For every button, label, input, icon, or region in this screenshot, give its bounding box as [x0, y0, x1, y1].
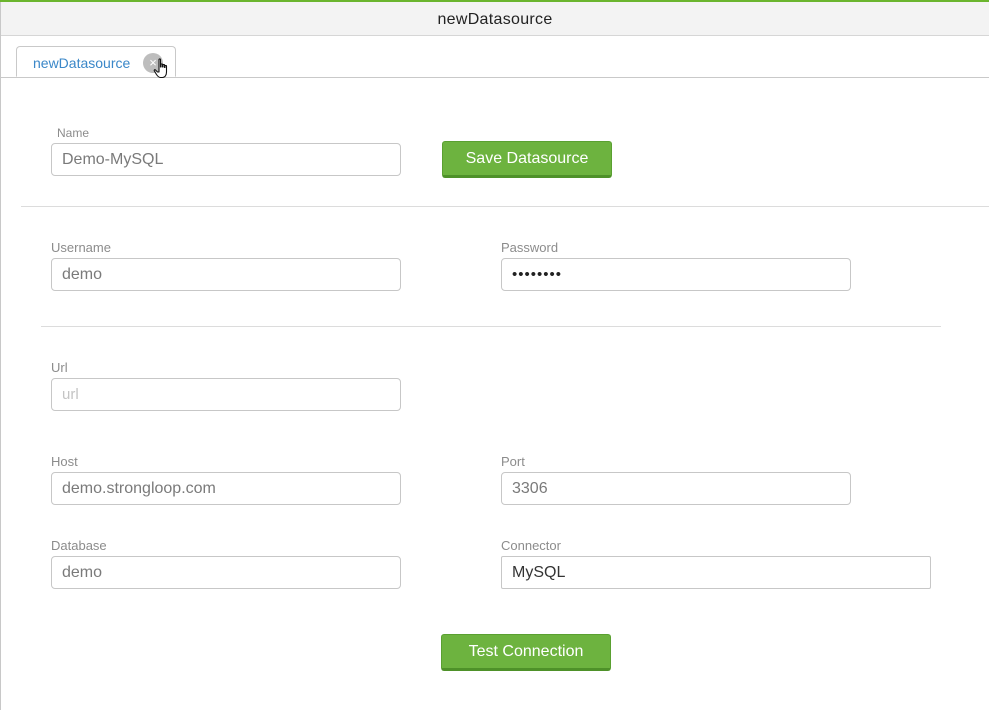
port-label: Port [501, 454, 525, 469]
host-label: Host [51, 454, 78, 469]
name-input[interactable]: Demo-MySQL [51, 143, 401, 176]
name-label: Name [57, 126, 90, 140]
tab-newdatasource[interactable]: newDatasource × [16, 46, 176, 79]
window-title: newDatasource [1, 2, 989, 36]
hand-pointer-icon [153, 58, 168, 79]
connector-select[interactable]: MySQL [501, 556, 931, 589]
username-label: Username [51, 240, 111, 255]
database-label: Database [51, 538, 107, 553]
divider [41, 326, 941, 327]
tab-strip: newDatasource × [1, 36, 989, 79]
password-label: Password [501, 240, 559, 255]
port-input[interactable]: 3306 [501, 472, 851, 505]
divider [21, 206, 989, 207]
username-input[interactable]: demo [51, 258, 401, 291]
host-input[interactable]: demo.strongloop.com [51, 472, 401, 505]
tab-label: newDatasource [33, 55, 131, 71]
window-left-border [0, 2, 1, 710]
test-connection-button[interactable]: Test Connection [441, 634, 611, 671]
connector-label: Connector [501, 538, 561, 553]
password-input[interactable]: •••••••• [501, 258, 851, 291]
database-input[interactable]: demo [51, 556, 401, 589]
save-datasource-button[interactable]: Save Datasource [442, 141, 612, 178]
url-input[interactable]: url [51, 378, 401, 411]
url-label: Url [51, 360, 68, 375]
